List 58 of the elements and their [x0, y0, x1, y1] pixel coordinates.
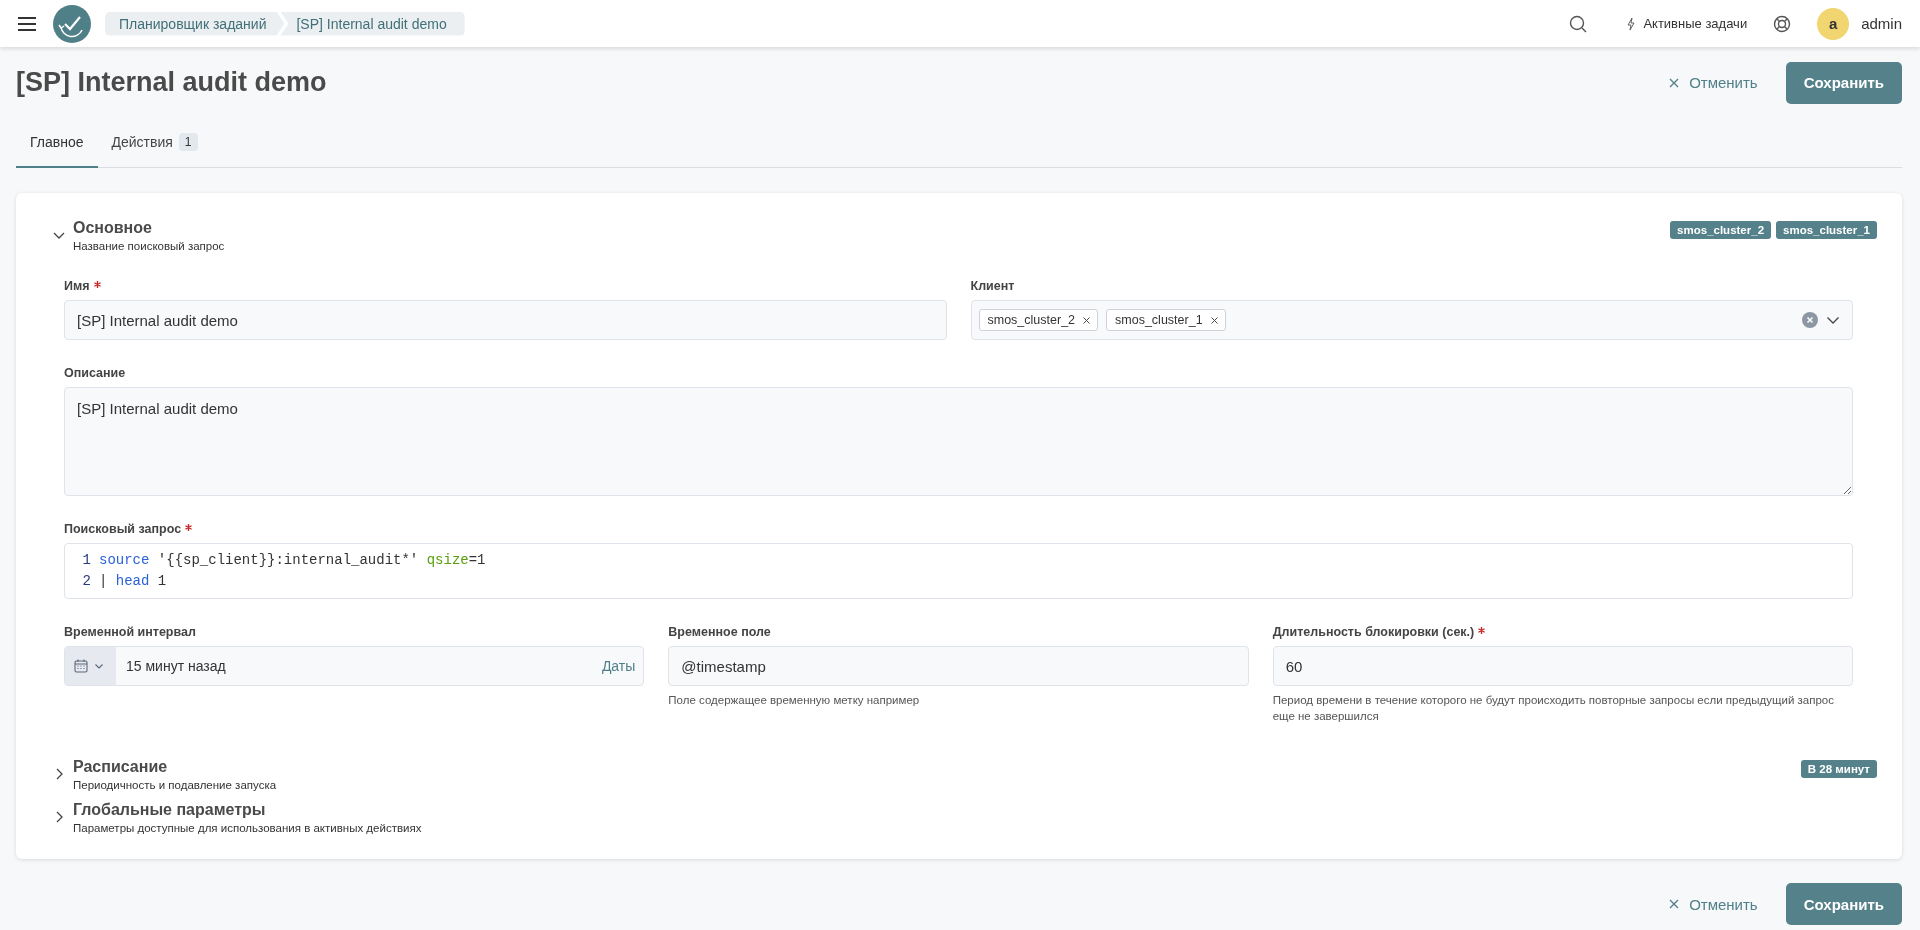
client-chip[interactable]: smos_cluster_1: [1106, 309, 1226, 331]
save-button[interactable]: Сохранить: [1785, 61, 1902, 104]
cancel-button[interactable]: Отменить: [1668, 70, 1758, 95]
section-subtitle: Параметры доступные для использования в активных действиях: [73, 821, 422, 834]
field-label: Длительность блокировки (сек.): [1272, 625, 1475, 639]
line-number: 2: [81, 572, 91, 591]
text-input[interactable]: 60: [1272, 646, 1853, 686]
section-subtitle: Периодичность и подавление запуска: [73, 778, 277, 791]
user-avatar[interactable]: a: [1817, 7, 1850, 40]
breadcrumb-link[interactable]: Планировщик заданий: [105, 11, 285, 36]
breadcrumb-link[interactable]: [SP] Internal audit demo: [280, 11, 465, 36]
client-chip[interactable]: smos_cluster_2: [978, 309, 1099, 331]
dates-link[interactable]: Даты: [601, 658, 636, 674]
bolt-icon: [1627, 17, 1636, 30]
text-input[interactable]: [SP] Internal audit demo: [64, 300, 947, 340]
field-hint: Поле содержащее временную метку например: [668, 693, 921, 708]
active-tasks-link[interactable]: Активные задачи: [1627, 16, 1748, 31]
close-icon[interactable]: [1668, 76, 1681, 89]
save-button[interactable]: Сохранить: [1785, 883, 1902, 925]
code-line: | head 1: [99, 572, 167, 591]
remove-icon[interactable]: [1082, 315, 1092, 325]
description-textarea[interactable]: [SP] Internal audit demo: [64, 387, 1853, 496]
line-number: 1: [81, 551, 91, 570]
remove-icon[interactable]: [1209, 315, 1219, 325]
tag: smos_cluster_2: [1670, 221, 1772, 239]
tab[interactable]: Главное: [16, 118, 98, 168]
field-hint: Период времени в течение которого не будут происходить повторные запросы если предыдущий запрос еще не завершился: [1272, 693, 1835, 724]
cancel-button[interactable]: Отменить: [1668, 891, 1758, 917]
calendar-icon: [74, 659, 88, 673]
lifebuoy-icon[interactable]: [1773, 14, 1792, 33]
field-label: Клиент: [970, 279, 1015, 293]
text-input[interactable]: @timestamp: [668, 646, 1249, 686]
time-range-value: 15 минут назад: [125, 658, 226, 674]
search-icon[interactable]: [1569, 14, 1588, 33]
section-title[interactable]: Расписание: [73, 757, 277, 776]
user-name[interactable]: admin: [1861, 15, 1902, 32]
field-label: Поисковый запрос: [64, 522, 182, 536]
time-range-field[interactable]: 15 минут назад Даты: [64, 646, 645, 686]
section-title[interactable]: Глобальные параметры: [73, 800, 422, 819]
menu-icon[interactable]: [18, 16, 36, 31]
count-badge: 1: [178, 133, 198, 151]
field-label: Описание: [64, 366, 126, 380]
tag: smos_cluster_1: [1776, 221, 1877, 239]
tab[interactable]: Действия 1: [97, 118, 212, 168]
field-label: Временное поле: [668, 625, 771, 639]
query-editor[interactable]: 1 source '{{sp_client}}:internal_audit*' qsize=1 2 | head 1: [64, 543, 1853, 599]
clear-icon[interactable]: [1802, 312, 1818, 328]
code-line: source '{{sp_client}}:internal_audit*' qsize=1: [99, 551, 486, 570]
section-title[interactable]: Основное: [73, 218, 225, 237]
section-subtitle: Название поисковый запрос: [73, 239, 225, 252]
field-label: Временной интервал: [64, 625, 196, 639]
close-icon[interactable]: [1668, 898, 1681, 910]
page-title: [SP] Internal audit demo: [16, 67, 327, 98]
client-select[interactable]: smos_cluster_2 smos_cluster_1: [970, 300, 1853, 340]
tag: В 28 минут: [1800, 760, 1877, 778]
caret-icon: [94, 661, 104, 671]
logo-icon[interactable]: [53, 4, 91, 43]
field-label: Имя: [64, 279, 90, 293]
